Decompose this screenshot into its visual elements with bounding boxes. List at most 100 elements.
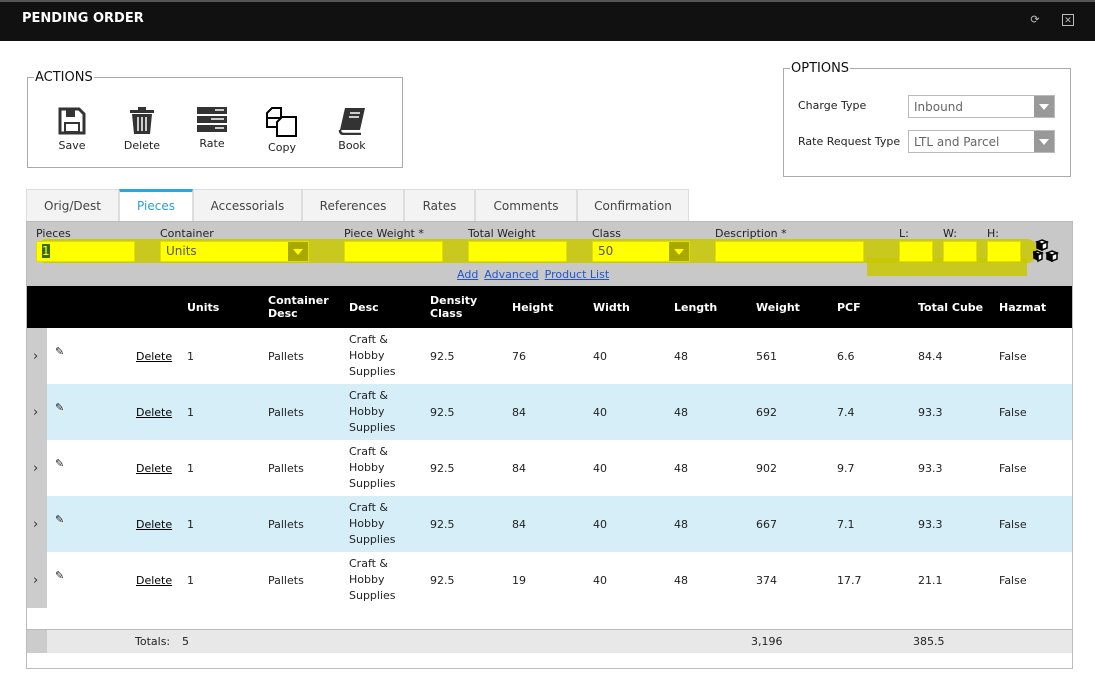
cell-length: 48: [674, 349, 688, 363]
cell-width: 40: [593, 573, 607, 587]
height-label: H:: [987, 227, 999, 240]
cell-hazmat: False: [999, 349, 1027, 363]
rate-button[interactable]: Rate: [182, 107, 242, 150]
cell-total-cube: 21.1: [918, 573, 943, 587]
expand-chevron-icon[interactable]: ›: [27, 552, 47, 608]
column-header: Container Desc: [268, 294, 329, 320]
rate-label: Rate: [199, 137, 225, 150]
cell-weight: 667: [756, 517, 777, 531]
totals-weight: 3,196: [751, 635, 783, 648]
cell-weight: 561: [756, 349, 777, 363]
tab-orig-dest[interactable]: Orig/Dest: [26, 189, 119, 222]
close-icon[interactable]: ✕: [1062, 14, 1074, 26]
cell-pcf: 17.7: [837, 573, 862, 587]
column-header: Weight: [756, 300, 800, 314]
cell-length: 48: [674, 405, 688, 419]
expand-chevron-icon[interactable]: ›: [27, 440, 47, 496]
book-icon: [338, 108, 365, 135]
advanced-link[interactable]: Advanced: [484, 268, 538, 281]
table-row: › ✎ Delete 1 Pallets Craft & Hobby Supplies 92…: [27, 496, 1072, 552]
cell-hazmat: False: [999, 405, 1027, 419]
cell-desc: Craft & Hobby Supplies: [349, 445, 396, 490]
container-select[interactable]: Units: [160, 241, 309, 262]
piece-weight-input[interactable]: [344, 241, 443, 262]
cell-total-cube: 93.3: [918, 517, 943, 531]
pieces-input[interactable]: 1: [36, 241, 135, 262]
column-header: Total Cube: [918, 300, 984, 314]
tab-accessorials[interactable]: Accessorials: [193, 189, 302, 222]
table-header: Units Container Desc Desc Density Class Heig…: [27, 286, 1072, 328]
delete-link[interactable]: Delete: [131, 350, 182, 363]
cell-units: 1: [187, 405, 194, 419]
width-label: W:: [943, 227, 957, 240]
totals-spacer: [27, 630, 47, 653]
save-label: Save: [58, 139, 86, 152]
delete-button[interactable]: Delete: [112, 107, 172, 152]
description-input[interactable]: [715, 241, 864, 262]
cell-desc: Craft & Hobby Supplies: [349, 501, 396, 546]
table-row: › ✎ Delete 1 Pallets Craft & Hobby Supplies 92…: [27, 328, 1072, 384]
cell-pcf: 9.7: [837, 461, 855, 475]
add-link[interactable]: Add: [457, 268, 478, 281]
expand-chevron-icon[interactable]: ›: [27, 328, 47, 384]
tab-references[interactable]: References: [302, 189, 404, 222]
title-bar: PENDING ORDER ⟳ ✕: [0, 0, 1095, 41]
cell-width: 40: [593, 517, 607, 531]
delete-link[interactable]: Delete: [131, 574, 182, 587]
cubes-icon[interactable]: [1033, 239, 1061, 263]
rate-request-type-select[interactable]: LTL and Parcel: [908, 130, 1055, 153]
tab-confirmation[interactable]: Confirmation: [577, 189, 689, 222]
product-list-link[interactable]: Product List: [545, 268, 610, 281]
totals-label: Totals:: [135, 635, 171, 648]
cell-density-class: 92.5: [430, 405, 455, 419]
width-input[interactable]: [943, 241, 977, 262]
book-button[interactable]: Book: [322, 107, 382, 152]
pieces-value: 1: [42, 244, 50, 258]
tab-bar: Orig/Dest Pieces Accessorials References…: [26, 189, 689, 222]
delete-link[interactable]: Delete: [131, 462, 182, 475]
cell-width: 40: [593, 349, 607, 363]
piece-weight-label: Piece Weight *: [344, 227, 424, 240]
table-body: › ✎ Delete 1 Pallets Craft & Hobby Supplies 92…: [27, 328, 1072, 608]
edit-pencil-icon[interactable]: ✎: [47, 401, 131, 414]
totals-units: 5: [182, 635, 189, 648]
tab-pieces[interactable]: Pieces: [119, 189, 193, 222]
cell-density-class: 92.5: [430, 573, 455, 587]
chevron-down-icon: [669, 242, 689, 261]
edit-pencil-icon[interactable]: ✎: [47, 513, 131, 526]
table-row: › ✎ Delete 1 Pallets Craft & Hobby Supplies 92…: [27, 384, 1072, 440]
table-row: › ✎ Delete 1 Pallets Craft & Hobby Supplies 92…: [27, 552, 1072, 608]
copy-button[interactable]: Copy: [252, 107, 312, 154]
charge-type-value: Inbound: [914, 100, 963, 114]
expand-chevron-icon[interactable]: ›: [27, 496, 47, 552]
cell-container-desc: Pallets: [268, 517, 304, 531]
cell-width: 40: [593, 405, 607, 419]
chevron-down-icon: [288, 242, 308, 261]
edit-pencil-icon[interactable]: ✎: [47, 569, 131, 582]
total-weight-label: Total Weight: [468, 227, 536, 240]
refresh-icon[interactable]: ⟳: [1029, 14, 1041, 26]
edit-pencil-icon[interactable]: ✎: [47, 345, 131, 358]
cell-pcf: 7.1: [837, 517, 855, 531]
cell-total-cube: 93.3: [918, 461, 943, 475]
total-weight-input[interactable]: [468, 241, 567, 262]
expand-chevron-icon[interactable]: ›: [27, 384, 47, 440]
cell-length: 48: [674, 517, 688, 531]
cell-units: 1: [187, 517, 194, 531]
cell-height: 84: [512, 517, 526, 531]
delete-link[interactable]: Delete: [131, 406, 182, 419]
class-select[interactable]: 50: [592, 241, 690, 262]
cell-desc: Craft & Hobby Supplies: [349, 557, 396, 602]
cell-height: 76: [512, 349, 526, 363]
delete-link[interactable]: Delete: [131, 518, 182, 531]
tab-comments[interactable]: Comments: [475, 189, 577, 222]
column-header: Height: [512, 300, 554, 314]
cell-width: 40: [593, 461, 607, 475]
edit-pencil-icon[interactable]: ✎: [47, 457, 131, 470]
charge-type-select[interactable]: Inbound: [908, 95, 1055, 118]
tab-rates[interactable]: Rates: [404, 189, 475, 222]
totals-row: Totals: 5 3,196 385.5: [27, 629, 1072, 653]
height-input[interactable]: [987, 241, 1021, 262]
length-input[interactable]: [899, 241, 933, 262]
save-button[interactable]: Save: [42, 107, 102, 152]
